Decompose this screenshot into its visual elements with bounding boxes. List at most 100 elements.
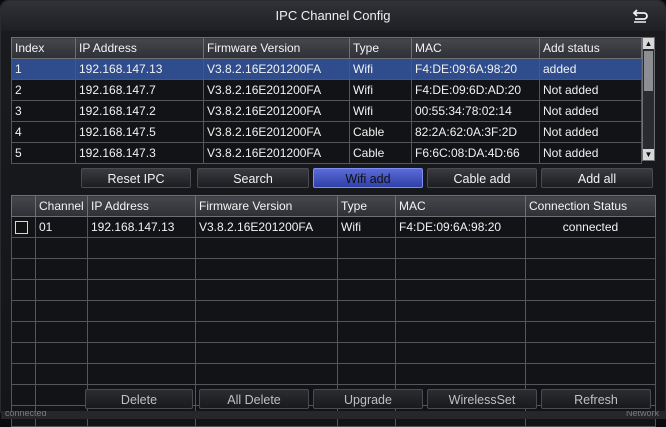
empty-cell (11, 279, 36, 301)
search-table-row[interactable]: 3 192.168.147.2 V3.8.2.16E201200FA Wifi 00:5… (11, 100, 642, 122)
all-delete-button[interactable]: All Delete (199, 389, 309, 409)
empty-cell (337, 321, 396, 343)
search-table-row[interactable]: 1 192.168.147.13 V3.8.2.16E201200FA Wifi F4:… (11, 58, 642, 80)
col-mac: MAC (395, 195, 526, 217)
col-ip-address: IP Address (75, 37, 204, 59)
col-type: Type (349, 37, 412, 59)
scroll-thumb[interactable] (644, 51, 653, 91)
col-firmware-version: Firmware Version (195, 195, 338, 217)
empty-cell (35, 237, 88, 259)
cell-add-status: Not added (539, 121, 642, 143)
cell-type: Wifi (349, 100, 412, 122)
window-title: IPC Channel Config (275, 8, 391, 23)
delete-button[interactable]: Delete (85, 389, 193, 409)
empty-channel-row (11, 363, 656, 385)
empty-cell (337, 363, 396, 385)
empty-cell (525, 363, 656, 385)
scroll-up-arrow-icon[interactable]: ▲ (643, 38, 654, 49)
cell-index: 5 (11, 142, 76, 164)
search-table-scrollbar[interactable]: ▲ ▼ (642, 37, 655, 161)
empty-cell (35, 321, 88, 343)
empty-cell (395, 258, 526, 280)
empty-cell (11, 363, 36, 385)
col-select (11, 195, 36, 217)
empty-channel-row (11, 258, 656, 280)
empty-channel-row (11, 342, 656, 364)
cell-mac: F4:DE:09:6A:98:20 (411, 58, 540, 80)
empty-cell (87, 342, 196, 364)
search-results-table: Index IP Address Firmware Version Type M… (11, 37, 642, 164)
channel-actions-row: Delete All Delete Upgrade WirelessSet Re… (1, 389, 666, 411)
search-actions-row: Reset IPC Search Wifi add Cable add Add … (1, 168, 666, 190)
empty-cell (525, 321, 656, 343)
wireless-set-button[interactable]: WirelessSet (427, 389, 537, 409)
cell-type: Wifi (349, 58, 412, 80)
empty-channel-row (11, 279, 656, 301)
empty-cell (525, 258, 656, 280)
wifi-add-button[interactable]: Wifi add (313, 168, 423, 188)
search-table-row[interactable]: 5 192.168.147.3 V3.8.2.16E201200FA Cable F6:… (11, 142, 642, 164)
empty-cell (11, 237, 36, 259)
cell-channel: 01 (35, 216, 88, 238)
empty-cell (337, 342, 396, 364)
empty-cell (395, 342, 526, 364)
cell-mac: F4:DE:09:6A:98:20 (395, 216, 526, 238)
empty-cell (11, 342, 36, 364)
search-table-header: Index IP Address Firmware Version Type M… (11, 37, 642, 59)
cell-firmware-version: V3.8.2.16E201200FA (203, 79, 350, 101)
cell-mac: 82:2A:62:0A:3F:2D (411, 121, 540, 143)
empty-cell (11, 321, 36, 343)
search-button[interactable]: Search (197, 168, 309, 188)
cell-index: 2 (11, 79, 76, 101)
empty-cell (195, 279, 338, 301)
cell-type: Wifi (337, 216, 396, 238)
col-firmware-version: Firmware Version (203, 37, 350, 59)
empty-cell (195, 300, 338, 322)
empty-cell (87, 300, 196, 322)
empty-cell (87, 363, 196, 385)
upgrade-button[interactable]: Upgrade (313, 389, 423, 409)
empty-cell (337, 237, 396, 259)
scroll-down-arrow-icon[interactable]: ▼ (643, 149, 654, 160)
empty-cell (337, 279, 396, 301)
cell-index: 1 (11, 58, 76, 80)
empty-cell (337, 300, 396, 322)
cell-firmware-version: V3.8.2.16E201200FA (203, 58, 350, 80)
empty-cell (87, 279, 196, 301)
empty-channel-row (11, 237, 656, 259)
cable-add-button[interactable]: Cable add (427, 168, 537, 188)
cell-firmware-version: V3.8.2.16E201200FA (203, 142, 350, 164)
search-table-row[interactable]: 4 192.168.147.5 V3.8.2.16E201200FA Cable 82:… (11, 121, 642, 143)
empty-cell (525, 342, 656, 364)
empty-cell (195, 363, 338, 385)
empty-cell (195, 258, 338, 280)
search-table-row[interactable]: 2 192.168.147.7 V3.8.2.16E201200FA Wifi F4:D… (11, 79, 642, 101)
back-return-icon[interactable] (631, 7, 649, 25)
empty-cell (195, 321, 338, 343)
channel-table-row[interactable]: 01 192.168.147.13 V3.8.2.16E201200FA Wifi F4… (11, 216, 656, 238)
empty-channel-row (11, 321, 656, 343)
reset-ipc-button[interactable]: Reset IPC (81, 168, 191, 188)
col-ip-address: IP Address (87, 195, 196, 217)
add-all-button[interactable]: Add all (541, 168, 653, 188)
ipc-channel-config-window: IPC Channel Config Index IP Address Firm… (0, 0, 666, 427)
col-index: Index (11, 37, 76, 59)
cell-add-status: Not added (539, 79, 642, 101)
empty-cell (395, 363, 526, 385)
cell-firmware-version: V3.8.2.16E201200FA (195, 216, 338, 238)
cell-index: 3 (11, 100, 76, 122)
cell-mac: F6:6C:08:DA:4D:66 (411, 142, 540, 164)
cell-ip-address: 192.168.147.7 (75, 79, 204, 101)
empty-cell (35, 300, 88, 322)
cell-index: 4 (11, 121, 76, 143)
title-bar: IPC Channel Config (1, 1, 665, 31)
empty-cell (525, 279, 656, 301)
empty-cell (11, 258, 36, 280)
empty-cell (337, 258, 396, 280)
empty-cell (195, 237, 338, 259)
cell-add-status: Not added (539, 100, 642, 122)
refresh-button[interactable]: Refresh (541, 389, 651, 409)
row-checkbox[interactable] (15, 221, 28, 235)
empty-cell (395, 321, 526, 343)
cell-connection-status: connected (525, 216, 656, 238)
